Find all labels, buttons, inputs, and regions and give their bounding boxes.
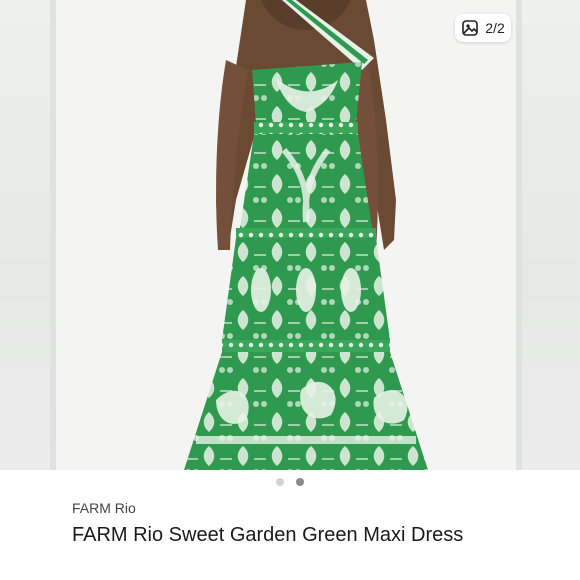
photo-pager [0, 478, 580, 486]
brand-name[interactable]: FARM Rio [72, 500, 136, 516]
pager-dot[interactable] [276, 478, 284, 486]
blurred-right-margin [516, 0, 580, 470]
photo-counter-badge[interactable]: 2/2 [455, 14, 511, 42]
blurred-left-margin [0, 0, 56, 470]
pager-dot-active[interactable] [296, 478, 304, 486]
listing-title: FARM Rio Sweet Garden Green Maxi Dress [72, 524, 464, 546]
listing-screen: 2/2 FARM Rio FARM Rio Sweet Garden Green… [0, 0, 580, 580]
product-photo[interactable] [56, 0, 516, 470]
photo-counter-text: 2/2 [485, 20, 505, 36]
dress-illustration [56, 0, 516, 470]
image-gallery-icon [461, 19, 479, 37]
